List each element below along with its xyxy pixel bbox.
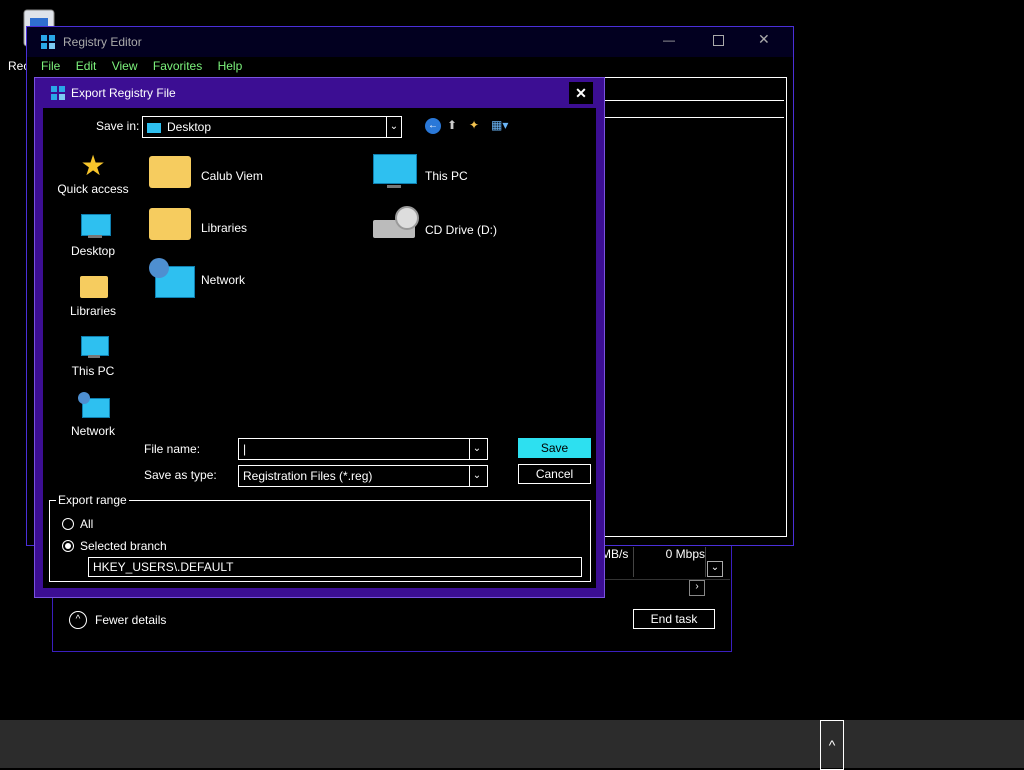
fewer-details-label: Fewer details [95,613,167,627]
branch-input[interactable]: HKEY_USERS\.DEFAULT [88,557,582,577]
this-pc-large-icon [373,154,417,184]
desktop-icon-small [147,122,161,133]
file-item-libraries-label: Libraries [201,221,248,235]
nav-quick-access[interactable]: ★ Quick access [48,150,138,196]
close-icon[interactable]: ✕ [758,31,770,48]
registry-title-bar: Registry Editor — ✕ [27,27,793,57]
dialog-app-icon [51,86,65,103]
file-item-folder-label: Calub Viem [201,169,263,183]
export-registry-dialog: Export Registry File ✕ Save in: Desktop … [34,77,605,598]
chevron-down-icon[interactable]: ⌄ [386,117,401,137]
menu-favorites[interactable]: Favorites [153,59,202,73]
dialog-title: Export Registry File [71,86,176,100]
file-name-chevron-down-icon[interactable]: ⌄ [469,439,484,459]
file-item-this-pc-label: This PC [425,169,468,183]
taskbar: ^ [0,720,1024,770]
save-in-label: Save in: [96,119,140,133]
chevron-up-icon: ^ [69,611,87,629]
save-in-dropdown[interactable]: Desktop [142,116,402,138]
file-name-label: File name: [144,442,201,456]
minimize-icon[interactable]: — [663,33,679,47]
nav-desktop[interactable]: Desktop [48,212,138,258]
up-folder-icon[interactable]: ⬆ [447,118,463,134]
registry-title: Registry Editor [63,35,142,49]
dialog-body: Save in: Desktop ⌄ ← ⬆ ✦ ▦▾ ★ Quick acce… [43,108,596,588]
network-mbps-cell: 0 Mbps [635,547,706,577]
radio-selected-branch-label: Selected branch [80,539,167,553]
nav-this-pc[interactable]: This PC [48,332,138,378]
end-task-button[interactable]: End task [633,609,715,629]
radio-selected-branch[interactable]: Selected branch [62,539,167,553]
maximize-icon[interactable] [713,35,724,46]
nav-libraries-label: Libraries [69,304,117,318]
registry-menu-bar: File Edit View Favorites Help [41,59,254,73]
save-type-dropdown[interactable]: Registration Files (*.reg) [238,465,488,487]
export-range-label: Export range [56,493,129,507]
network-mbps-value: 0 Mbps [665,547,705,561]
file-item-cd-drive-label: CD Drive (D:) [425,223,497,237]
radio-all-circle [62,518,74,530]
nav-this-pc-label: This PC [71,364,115,378]
save-in-value: Desktop [167,120,212,134]
this-pc-icon [48,332,138,364]
menu-edit[interactable]: Edit [76,59,97,73]
rate-unit: MB/s [601,547,629,561]
nav-quick-access-label: Quick access [57,182,129,196]
menu-help[interactable]: Help [218,59,243,73]
radio-all[interactable]: All [62,517,93,531]
save-type-chevron-down-icon[interactable]: ⌄ [469,466,484,486]
nav-network[interactable]: Network [48,392,138,438]
radio-selected-branch-circle [62,540,74,552]
registry-app-icon [41,35,55,52]
new-folder-icon[interactable]: ✦ [469,118,485,134]
libraries-folder-icon [48,272,138,304]
nav-libraries[interactable]: Libraries [48,272,138,318]
values-header [596,100,784,118]
network-rate-cell: MB/s [601,547,634,577]
registry-values-pane[interactable] [595,77,787,537]
show-hidden-icons-icon[interactable]: ^ [820,720,844,770]
network-icon [48,392,138,424]
menu-view[interactable]: View [112,59,138,73]
folder-icon [149,156,191,188]
scroll-down-button[interactable]: ⌄ [707,561,723,577]
scroll-right-button[interactable]: › [689,580,705,596]
dialog-close-icon[interactable]: ✕ [569,82,593,104]
cancel-button[interactable]: Cancel [518,464,591,484]
save-button[interactable]: Save [518,438,591,458]
fewer-details-toggle[interactable]: ^ Fewer details [69,611,166,629]
nav-desktop-label: Desktop [70,244,116,258]
libraries-large-folder-icon [149,208,191,240]
export-range-group: Export range All Selected branch HKEY_US… [49,493,591,582]
view-menu-icon[interactable]: ▦▾ [491,118,515,134]
menu-file[interactable]: File [41,59,60,73]
radio-all-label: All [80,517,94,531]
star-icon: ★ [80,150,106,181]
desktop-icon [48,212,138,244]
nav-network-label: Network [70,424,115,438]
save-type-label: Save as type: [144,468,217,482]
file-name-input[interactable]: | [238,438,488,460]
back-arrow-icon[interactable]: ← [425,118,441,134]
file-item-network-label: Network [201,273,246,287]
